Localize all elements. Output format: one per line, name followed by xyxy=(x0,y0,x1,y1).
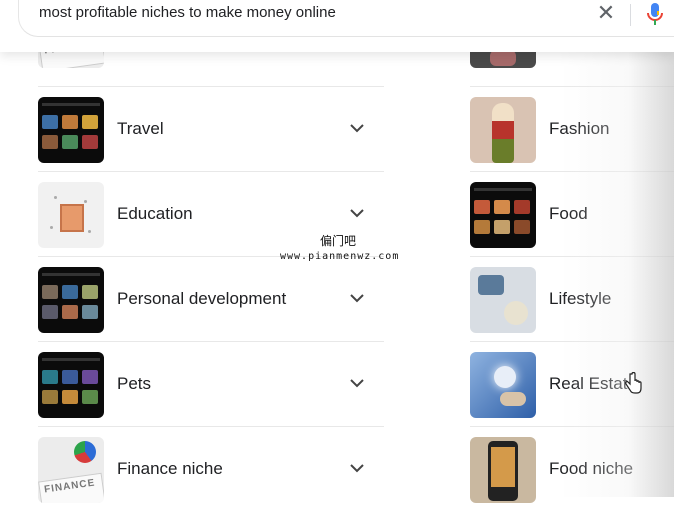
education-thumbnail xyxy=(38,182,104,248)
pets-thumbnail xyxy=(38,352,104,418)
close-icon[interactable]: ✕ xyxy=(595,2,617,24)
lifestyle-thumbnail xyxy=(470,267,536,333)
chevron-down-icon[interactable] xyxy=(348,459,366,477)
personal-development-thumbnail xyxy=(38,267,104,333)
search-bar: most profitable niches to make money onl… xyxy=(0,0,674,52)
list-item-food[interactable]: Food xyxy=(470,172,674,257)
item-label-lifestyle: Lifestyle xyxy=(549,289,612,308)
chevron-down-icon[interactable] xyxy=(348,374,366,392)
finance-niche-thumbnail: FINANCE xyxy=(38,437,104,503)
item-label-pets: Pets xyxy=(117,374,152,393)
list-item-travel[interactable]: Travel xyxy=(38,87,384,172)
item-label-fashion: Fashion xyxy=(549,119,610,138)
search-box[interactable]: most profitable niches to make money onl… xyxy=(18,0,674,37)
chevron-down-icon[interactable] xyxy=(348,119,366,137)
search-input[interactable]: most profitable niches to make money onl… xyxy=(39,4,336,21)
list-item-pets[interactable]: Pets xyxy=(38,342,384,427)
microphone-icon[interactable] xyxy=(645,1,665,27)
chevron-down-icon[interactable] xyxy=(348,204,366,222)
list-item-food-niche[interactable]: Food niche xyxy=(470,427,674,511)
list-item-lifestyle[interactable]: Lifestyle xyxy=(470,257,674,342)
hand-pointer-icon xyxy=(625,372,642,394)
watermark-title: 偏门吧 xyxy=(319,234,356,248)
item-label-education: Education xyxy=(117,204,193,223)
food-thumbnail xyxy=(470,182,536,248)
real-estate-thumbnail xyxy=(470,352,536,418)
watermark-url: www.pianmenwz.com xyxy=(280,251,400,262)
list-item-finance-niche[interactable]: FINANCE Finance niche xyxy=(38,427,384,511)
list-item-personal-development[interactable]: Personal development xyxy=(38,257,384,342)
travel-thumbnail xyxy=(38,97,104,163)
fashion-thumbnail xyxy=(470,97,536,163)
list-item-fashion[interactable]: Fashion xyxy=(470,87,674,172)
list-item-real-estate[interactable]: Real Estat xyxy=(470,342,674,427)
chevron-down-icon[interactable] xyxy=(348,289,366,307)
item-label-finance-niche: Finance niche xyxy=(117,459,223,478)
item-label-real-estate: Real Estat xyxy=(549,374,628,393)
watermark: 偏门吧 www.pianmenwz.com xyxy=(280,234,400,264)
search-divider xyxy=(630,4,631,26)
item-label-travel: Travel xyxy=(117,119,164,138)
item-label-personal-development: Personal development xyxy=(117,289,287,308)
item-label-food-niche: Food niche xyxy=(549,459,634,478)
item-label-food: Food xyxy=(549,204,588,223)
food-niche-thumbnail xyxy=(470,437,536,503)
